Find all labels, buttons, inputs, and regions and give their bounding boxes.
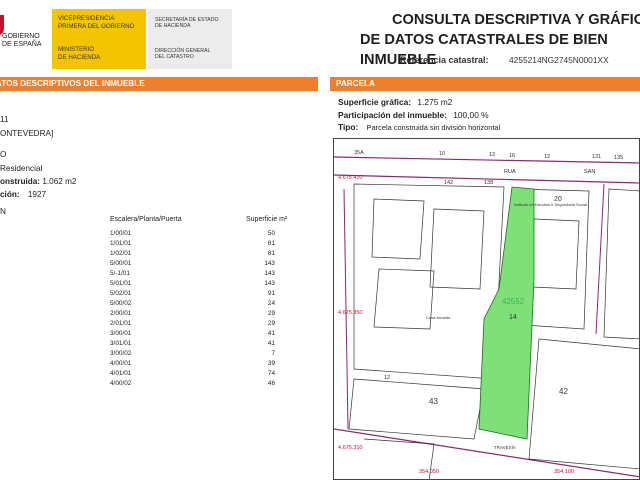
- row-superficie: 81: [267, 250, 275, 257]
- table-row: 5/01/01 143: [0, 280, 306, 289]
- cadastral-map: 35A 10 13 16 12 20 131 135 138 142 RUA S…: [333, 138, 640, 480]
- map-label: 42: [559, 387, 568, 396]
- map-label: Instituto de Estudios e Seguridade Socia…: [514, 202, 587, 207]
- map-label: SAN: [584, 169, 595, 175]
- table-row: 5/00/02 24: [0, 300, 306, 309]
- row-superficie: 143: [264, 260, 275, 267]
- catastro-logo: SECRETARÍA DE ESTADO DE HACIENDA DIRECCI…: [148, 9, 232, 69]
- row-superficie: 143: [264, 280, 275, 287]
- row-planta: 5/00/02: [110, 300, 132, 307]
- map-label: TRAVESÍA: [494, 444, 516, 450]
- gobierno-logo: GOBIERNO DE ESPAÑA: [0, 9, 50, 69]
- row-planta: 5/-1/01: [110, 270, 130, 277]
- section-bar-parcela: PARCELA: [330, 77, 640, 91]
- gobierno-text: GOBIERNO DE ESPAÑA: [2, 33, 42, 48]
- row-planta: 4/01/01: [110, 370, 132, 377]
- table-row: 4/01/01 74: [0, 370, 306, 379]
- table-row: 5/-1/01 143: [0, 270, 306, 279]
- map-label: 4.675.310: [338, 445, 362, 451]
- map-label: 354.050: [419, 469, 439, 475]
- map-label: 14: [509, 314, 517, 321]
- superficie-line: Superficie gráfica: 1.275 m2: [338, 97, 453, 107]
- map-label: 16: [509, 153, 515, 159]
- ref-value: 4255214NG2745N0001XX: [509, 55, 609, 65]
- section-bar-descriptivos: DATOS DESCRIPTIVOS DEL INMUEBLE: [0, 77, 318, 91]
- map-label: 138: [484, 180, 493, 186]
- table-row: 1/02/01 81: [0, 250, 306, 259]
- row-planta: 1/02/01: [110, 250, 132, 257]
- row-superficie: 143: [264, 270, 275, 277]
- row-superficie: 74: [267, 370, 275, 377]
- row-planta: 3/01/01: [110, 340, 132, 347]
- row-superficie: 39: [267, 360, 275, 367]
- parcel-label: 42552: [502, 297, 525, 306]
- row-superficie: 91: [267, 290, 275, 297]
- table-row: 4/00/02 46: [0, 380, 306, 389]
- table-row: 1/01/01 81: [0, 240, 306, 249]
- map-label: 13: [489, 152, 495, 158]
- map-drawing: 35A 10 13 16 12 20 131 135 138 142 RUA S…: [334, 150, 639, 479]
- row-planta: 5/00/01: [110, 260, 132, 267]
- table-header-planta: Escalera/Planta/Puerta: [110, 216, 182, 223]
- table-row: 3/00/02 7: [0, 350, 306, 359]
- row-planta: 3/00/02: [110, 350, 132, 357]
- detail-line: onstruida: 1.062 m2: [0, 177, 77, 186]
- table-header-superficie: Superficie m²: [246, 216, 288, 223]
- map-label: 4.675.350: [338, 310, 362, 316]
- row-planta: 2/00/01: [110, 310, 132, 317]
- row-superficie: 24: [267, 300, 275, 307]
- row-planta: 4/00/01: [110, 360, 132, 367]
- map-label: 4.675.410: [338, 175, 362, 181]
- row-superficie: 46: [267, 380, 275, 387]
- table-row: 4/00/01 39: [0, 360, 306, 369]
- row-superficie: 29: [267, 320, 275, 327]
- table-row: 2/00/01 29: [0, 310, 306, 319]
- table-row: 5/00/01 143: [0, 260, 306, 269]
- row-superficie: 41: [267, 330, 275, 337]
- map-label: 354.100: [554, 469, 574, 475]
- row-superficie: 29: [267, 310, 275, 317]
- table-row: 1/00/01 50: [0, 230, 306, 239]
- row-superficie: 50: [267, 230, 275, 237]
- map-label: 135: [614, 155, 623, 161]
- row-superficie: 7: [271, 350, 275, 357]
- detail-line: Residencial: [0, 164, 43, 173]
- row-superficie: 41: [267, 340, 275, 347]
- map-label: 131: [592, 154, 601, 160]
- detail-line: O: [0, 150, 7, 159]
- map-label: 35A: [354, 150, 364, 156]
- ministerio-logo: VICEPRESIDENCIA PRIMERA DEL GOBIERNO MIN…: [52, 9, 146, 69]
- ref-label: Referencia catastral:: [400, 55, 489, 65]
- map-label: 142: [444, 180, 453, 186]
- table-row: 5/02/01 91: [0, 290, 306, 299]
- map-label: 12: [384, 375, 390, 381]
- map-label: 43: [429, 397, 438, 406]
- row-planta: 1/01/01: [110, 240, 132, 247]
- detail-line: ONTEVEDRA]: [0, 129, 54, 138]
- coat-of-arms-icon: [0, 15, 4, 35]
- table-row: 3/00/01 41: [0, 330, 306, 339]
- detail-line: ción: 1927: [0, 190, 47, 199]
- map-label: Casa Armada: [426, 315, 451, 320]
- row-planta: 5/01/01: [110, 280, 132, 287]
- map-label: 10: [439, 151, 445, 157]
- row-planta: 4/00/02: [110, 380, 132, 387]
- map-label: RUA: [504, 169, 516, 175]
- map-label: 12: [544, 154, 550, 160]
- row-planta: 2/01/01: [110, 320, 132, 327]
- detail-line: 11: [0, 115, 9, 124]
- row-planta: 3/00/01: [110, 330, 132, 337]
- detail-line: N: [0, 207, 6, 216]
- table-row: 2/01/01 29: [0, 320, 306, 329]
- row-planta: 5/02/01: [110, 290, 132, 297]
- table-row: 3/01/01 41: [0, 340, 306, 349]
- row-superficie: 81: [267, 240, 275, 247]
- participacion-line: Participación del inmueble: 100,00 %: [338, 110, 489, 120]
- tipo-line: Tipo: Parcela construida sin división ho…: [338, 122, 501, 132]
- row-planta: 1/00/01: [110, 230, 132, 237]
